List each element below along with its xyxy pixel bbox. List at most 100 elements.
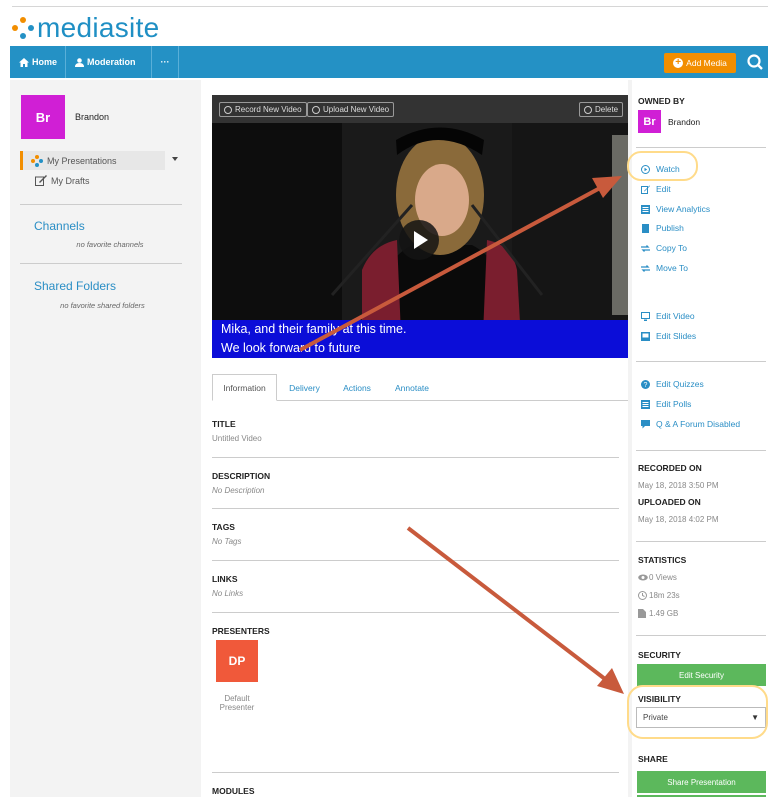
edit-security-button[interactable]: Edit Security [637,664,766,686]
statistics-label: STATISTICS [638,555,687,565]
tab-information[interactable]: Information [212,374,277,401]
video-player[interactable]: Record New Video Upload New Video Delete… [212,95,628,358]
edit-icon [641,185,650,194]
share-presentation-button[interactable]: Share Presentation [637,771,766,793]
views-value: 0 Views [649,573,677,582]
edit-icon [35,175,47,186]
divider [212,508,619,509]
search-button[interactable] [745,52,765,74]
caption-line-1: Mika, and their family at this time. [221,322,407,336]
channels-empty-note: no favorite channels [76,240,144,249]
gutter [193,80,201,797]
record-new-video-button[interactable]: Record New Video [219,102,307,117]
copy-icon [641,244,650,252]
edit-slides-label: Edit Slides [656,331,697,341]
upload-new-video-button[interactable]: Upload New Video [307,102,395,117]
title-label: TITLE [212,419,236,429]
presenter-name-line-2: Presenter [219,703,255,712]
eye-icon [638,574,648,581]
presenter-name-line-1: Default [224,694,250,703]
channels-heading[interactable]: Channels [34,219,85,233]
links-value[interactable]: No Links [212,589,243,598]
links-label: LINKS [212,574,238,584]
recorded-on-label: RECORDED ON [638,463,702,473]
presenter-name: Default Presenter [212,694,262,712]
tags-value[interactable]: No Tags [212,537,242,546]
edit-polls-link[interactable]: Edit Polls [641,399,691,409]
description-label: DESCRIPTION [212,471,271,481]
tags-label: TAGS [212,522,235,532]
tab-delivery[interactable]: Delivery [282,374,327,401]
duration-stat: 18m 23s [638,591,680,600]
mediasite-logo[interactable]: mediasite [12,12,160,44]
edit-quizzes-link[interactable]: ? Edit Quizzes [641,379,704,389]
share-label: SHARE [638,754,668,764]
uploaded-on-label: UPLOADED ON [638,497,701,507]
nav-more-label: ··· [160,57,170,67]
title-value[interactable]: Untitled Video [212,434,262,443]
left-sidebar: Br Brandon My Presentations My Drafts Ch… [10,80,193,797]
divider [636,147,766,148]
size-stat: 1.49 GB [638,609,678,618]
qa-forum-label: Q & A Forum Disabled [656,419,741,429]
monitor-icon [641,311,650,321]
move-to-link[interactable]: Move To [641,263,688,273]
nav-home[interactable]: Home [10,46,66,78]
publish-link[interactable]: Publish [641,223,684,233]
qa-forum-link[interactable]: Q & A Forum Disabled [641,419,740,429]
presentations-icon [31,155,43,167]
search-icon [747,54,763,70]
nav-more-button[interactable]: ··· [152,46,179,78]
security-label: SECURITY [638,650,681,660]
presenters-label: PRESENTERS [212,626,270,636]
owner-name: Brandon [668,117,701,127]
play-icon [414,231,428,249]
move-icon [641,264,650,272]
caption-overlay: Mika, and their family at this time. We … [212,320,628,358]
presenter-avatar[interactable]: DP [216,640,258,682]
edit-quizzes-label: Edit Quizzes [656,379,704,389]
view-analytics-link[interactable]: View Analytics [641,204,710,214]
shared-folders-empty-note: no favorite shared folders [60,301,145,310]
svg-text:?: ? [644,382,648,389]
plus-icon: + [673,58,684,68]
sidebar-item-my-drafts[interactable]: My Drafts [35,175,90,186]
owner-avatar[interactable]: Br [638,110,661,133]
record-icon [224,105,232,114]
edit-slides-link[interactable]: Edit Slides [641,331,696,341]
my-drafts-label: My Drafts [51,175,90,186]
divider [636,635,766,636]
play-button[interactable] [399,220,439,260]
delete-button[interactable]: Delete [579,102,624,117]
edit-polls-label: Edit Polls [656,399,692,409]
sidebar-item-my-presentations[interactable]: My Presentations [20,151,165,170]
copy-to-link[interactable]: Copy To [641,243,687,253]
top-rule [12,6,768,7]
chevron-down-icon[interactable] [172,157,178,161]
watch-highlight-ring [627,151,698,181]
clock-icon [638,591,647,600]
edit-link[interactable]: Edit [641,184,671,194]
add-media-button[interactable]: + Add Media [664,53,736,73]
arrow-to-visibility [406,526,607,681]
divider [212,772,619,773]
nav-moderation[interactable]: Moderation [66,46,152,78]
view-analytics-label: View Analytics [656,204,711,214]
divider [212,560,619,561]
my-presentations-label: My Presentations [47,156,117,166]
divider [20,204,182,205]
tab-actions[interactable]: Actions [337,374,377,401]
divider [212,612,619,613]
copy-to-label: Copy To [656,243,688,253]
edit-label: Edit [656,184,671,194]
slides-icon [641,331,650,341]
user-avatar[interactable]: Br [21,95,65,139]
edit-video-link[interactable]: Edit Video [641,311,695,321]
description-value[interactable]: No Description [212,486,264,495]
tab-annotate[interactable]: Annotate [388,374,436,401]
divider [636,541,766,542]
upload-label: Upload New Video [323,105,390,114]
uploaded-on-value: May 18, 2018 4:02 PM [638,515,719,524]
shared-folders-heading[interactable]: Shared Folders [34,279,116,293]
file-icon [638,609,646,618]
